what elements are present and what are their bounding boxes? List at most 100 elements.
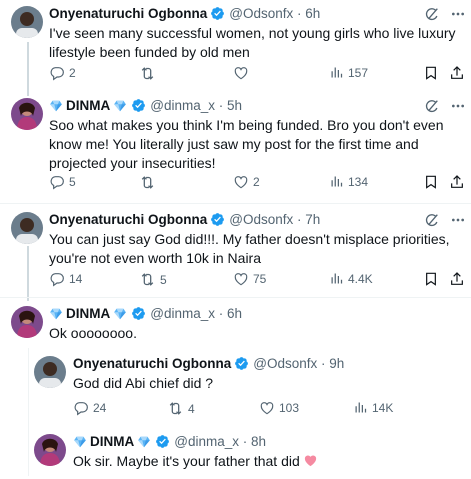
bookmark-button[interactable] [423, 65, 439, 81]
like-count: 103 [279, 401, 300, 415]
like-button[interactable]: 103 [259, 400, 299, 416]
view-count: 157 [348, 65, 369, 80]
like-count: 2 [253, 175, 260, 189]
reply-button[interactable]: 5 [49, 174, 76, 190]
tweet-header: Onyenaturuchi Ogbonna @Odsonfx · 7h [49, 212, 320, 227]
tweet[interactable]: Onyenaturuchi Ogbonna @Odsonfx · 7h You … [0, 206, 471, 296]
verified-badge-icon [210, 212, 225, 227]
bookmark-button[interactable] [423, 174, 439, 190]
avatar[interactable] [34, 434, 66, 466]
retweet-icon [139, 271, 156, 288]
timestamp[interactable]: 8h [251, 434, 266, 449]
timestamp[interactable]: 6h [305, 6, 320, 21]
like-icon [233, 65, 249, 81]
verified-badge-icon [131, 98, 146, 113]
tweet-actions: 24 4 103 14K [73, 400, 463, 418]
display-name[interactable]: DINMA [66, 306, 110, 321]
tweet-text: Soo what makes you think I'm being funde… [49, 117, 444, 171]
views-button[interactable]: 4.4K [329, 271, 373, 286]
separator-dot: · [214, 306, 227, 321]
share-icon [449, 65, 465, 81]
reply-count: 5 [69, 175, 76, 189]
bookmark-button[interactable] [423, 271, 439, 287]
retweet-button[interactable] [139, 174, 160, 191]
tweet-text: You can just say God did!!!. My father d… [49, 231, 450, 266]
user-handle[interactable]: @dinma_x [150, 98, 215, 113]
verified-badge-icon [131, 306, 146, 321]
like-icon [259, 400, 275, 416]
bookmark-icon [423, 174, 439, 190]
avatar[interactable] [11, 306, 43, 338]
views-button[interactable]: 14K [353, 400, 393, 415]
tweet-divider [0, 297, 471, 298]
user-handle[interactable]: @dinma_x [174, 434, 239, 449]
tweet[interactable]: Onyenaturuchi Ogbonna @Odsonfx · 6h I've… [0, 0, 471, 92]
user-handle[interactable]: @dinma_x [150, 306, 215, 321]
tweet-text-container: Ok sir. Maybe it's your father that did [73, 452, 463, 473]
tweet-text: Ok sir. Maybe it's your father that did [73, 453, 300, 469]
share-icon [449, 174, 465, 190]
timestamp[interactable]: 9h [329, 356, 344, 371]
reply-icon [49, 271, 65, 287]
tweet-text: God did Abi chief did ? [73, 375, 214, 391]
reply-count: 14 [69, 272, 83, 286]
reply-count: 2 [69, 66, 76, 80]
timestamp[interactable]: 5h [227, 98, 242, 113]
user-handle[interactable]: @Odsonfx [229, 6, 293, 21]
display-name[interactable]: Onyenaturuchi Ogbonna [73, 356, 231, 371]
avatar[interactable] [34, 356, 66, 388]
like-button[interactable]: 75 [233, 271, 266, 287]
display-name[interactable]: DINMA [66, 98, 110, 113]
tweet-actions: 5 2 134 [49, 174, 464, 192]
tweet-header: DINMA @dinma_x · 6h [49, 306, 242, 321]
avatar[interactable] [11, 98, 43, 130]
bookmark-icon [423, 65, 439, 81]
display-name[interactable]: Onyenaturuchi Ogbonna [49, 212, 207, 227]
heart-emoji-icon [303, 453, 318, 473]
retweet-button[interactable] [139, 65, 160, 82]
verified-badge-icon [234, 356, 249, 371]
reply-button[interactable]: 2 [49, 65, 76, 81]
views-icon [353, 400, 368, 415]
bookmark-icon [423, 271, 439, 287]
separator-dot: · [214, 98, 227, 113]
views-button[interactable]: 157 [329, 65, 368, 80]
like-button[interactable] [233, 65, 253, 81]
diamond-emoji-icon [73, 435, 87, 449]
retweet-icon [139, 174, 156, 191]
tweet-actions: 2 157 [49, 65, 464, 83]
display-name[interactable]: DINMA [90, 434, 134, 449]
tweet-text: I've seen many successful women, not you… [49, 25, 456, 60]
user-handle[interactable]: @Odsonfx [253, 356, 317, 371]
like-icon [233, 271, 249, 287]
timestamp[interactable]: 7h [305, 212, 320, 227]
retweet-count: 4 [188, 401, 195, 416]
views-button[interactable]: 134 [329, 174, 368, 189]
view-count: 4.4K [348, 271, 373, 286]
tweet[interactable]: DINMA @dinma_x · 5h Soo what makes you t… [0, 92, 471, 200]
reply-button[interactable]: 24 [73, 400, 106, 416]
tweet[interactable]: DINMA @dinma_x · 8h Ok sir. Maybe it's y… [0, 430, 471, 479]
separator-dot: · [317, 356, 330, 371]
tweet[interactable]: DINMA @dinma_x · 6h Ok oooooooo. [0, 300, 471, 348]
share-button[interactable] [449, 271, 465, 287]
share-button[interactable] [449, 65, 465, 81]
share-button[interactable] [449, 174, 465, 190]
diamond-emoji-icon [49, 307, 63, 321]
retweet-button[interactable]: 5 [139, 271, 167, 288]
view-count: 134 [348, 174, 369, 189]
tweet-actions: 14 5 75 4.4K [49, 271, 464, 289]
tweet-header: Onyenaturuchi Ogbonna @Odsonfx · 9h [73, 356, 344, 371]
retweet-button[interactable]: 4 [167, 400, 195, 417]
display-name[interactable]: Onyenaturuchi Ogbonna [49, 6, 207, 21]
like-button[interactable]: 2 [233, 174, 260, 190]
reply-button[interactable]: 14 [49, 271, 82, 287]
timestamp[interactable]: 6h [227, 306, 242, 321]
reply-icon [73, 400, 89, 416]
avatar[interactable] [11, 6, 43, 38]
separator-dot: · [238, 434, 251, 449]
user-handle[interactable]: @Odsonfx [229, 212, 293, 227]
avatar[interactable] [11, 212, 43, 244]
tweet[interactable]: Onyenaturuchi Ogbonna @Odsonfx · 9h God … [0, 352, 471, 426]
views-icon [329, 65, 344, 80]
